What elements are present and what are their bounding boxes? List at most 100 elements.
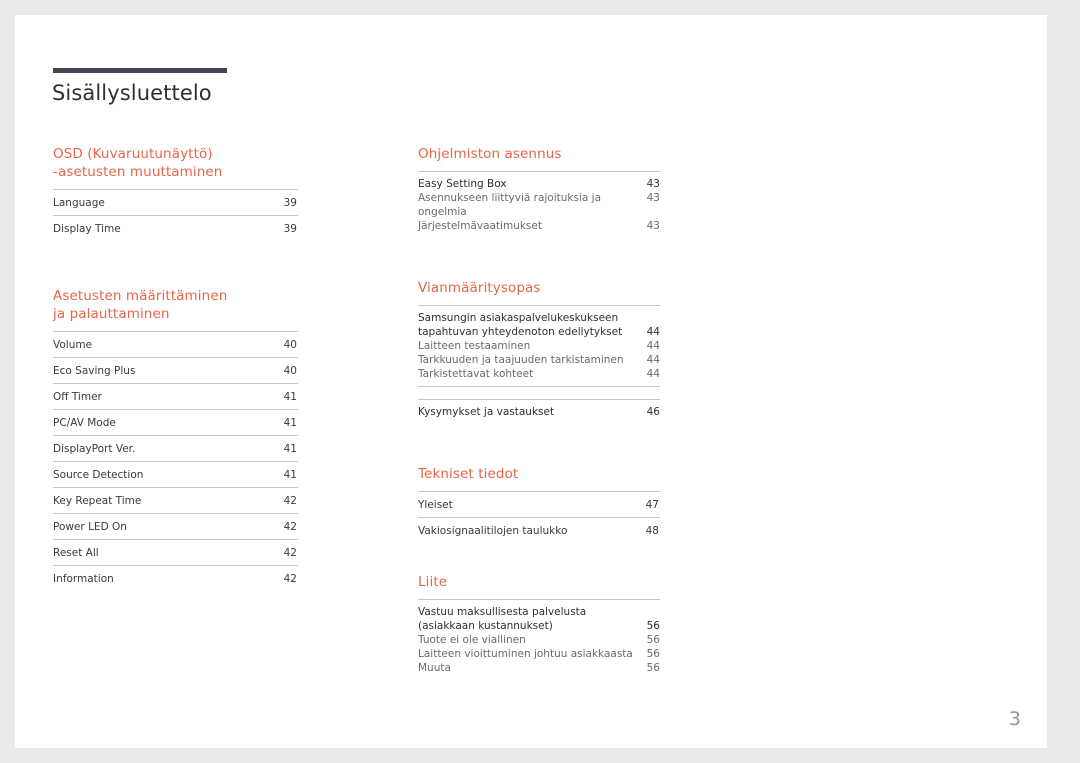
section-heading-line1: Ohjelmiston asennus <box>418 146 562 162</box>
toc-row-page: 44 <box>646 326 660 338</box>
toc-row[interactable]: Asennukseen liittyviä rajoituksia ja ong… <box>418 191 660 219</box>
toc-row-page: 43 <box>646 178 660 190</box>
section-heading-specifications: Tekniset tiedot <box>418 465 660 491</box>
section-heading-troubleshooting: Vianmääritysopas <box>418 279 660 305</box>
toc-row[interactable]: Easy Setting Box 43 <box>418 177 660 191</box>
toc-row-label: Kysymykset ja vastaukset <box>418 406 555 418</box>
toc-row[interactable]: Samsungin asiakaspalvelukeskukseen tapah… <box>418 311 660 339</box>
toc-row-label: Asennukseen liittyviä rajoituksia ja ong… <box>418 192 602 218</box>
toc-row-page: 41 <box>283 469 297 481</box>
toc-row[interactable]: Off Timer 41 <box>53 383 298 409</box>
document-page: Sisällysluettelo OSD (Kuvaruutunäyttö) -… <box>15 15 1047 748</box>
toc-row-label: Source Detection <box>53 469 144 481</box>
toc-row-label: Information <box>53 573 114 585</box>
toc-row-label: Laitteen vioittuminen johtuu asiakkaasta <box>418 648 633 660</box>
toc-row-page: 39 <box>283 223 297 235</box>
toc-row[interactable]: DisplayPort Ver. 41 <box>53 435 298 461</box>
section-heading-software-install: Ohjelmiston asennus <box>418 145 660 171</box>
toc-section-settings: Asetusten määrittäminen ja palauttaminen… <box>53 287 298 591</box>
toc-row-page: 48 <box>645 525 659 537</box>
toc-row-label: Laitteen testaaminen <box>418 340 531 352</box>
toc-row[interactable]: Language 39 <box>53 189 298 215</box>
page-title: Sisällysluettelo <box>52 81 212 105</box>
toc-row-page: 40 <box>283 339 297 351</box>
toc-section-troubleshooting: Vianmääritysopas Samsungin asiakaspalvel… <box>418 279 660 419</box>
toc-row-page: 39 <box>283 197 297 209</box>
toc-row-label: Display Time <box>53 223 121 235</box>
section-heading-line1: OSD (Kuvaruutunäyttö) <box>53 146 213 162</box>
toc-row[interactable]: Tuote ei ole viallinen 56 <box>418 633 660 647</box>
toc-row[interactable]: Eco Saving Plus 40 <box>53 357 298 383</box>
section-heading-line2: -asetusten muuttaminen <box>53 164 223 180</box>
toc-section-software-install: Ohjelmiston asennus Easy Setting Box 43 … <box>418 145 660 233</box>
toc-row[interactable]: Key Repeat Time 42 <box>53 487 298 513</box>
toc-rows-settings: Volume 40 Eco Saving Plus 40 Off Timer 4… <box>53 331 298 591</box>
toc-row-page: 44 <box>646 368 660 380</box>
toc-row-page: 40 <box>283 365 297 377</box>
toc-row-label: Yleiset <box>418 499 453 511</box>
section-heading-appendix: Liite <box>418 573 660 599</box>
toc-row-page: 41 <box>283 391 297 403</box>
toc-row-page: 56 <box>646 620 660 632</box>
toc-section-appendix: Liite Vastuu maksullisesta palvelusta (a… <box>418 573 660 675</box>
page-number: 3 <box>1008 708 1021 730</box>
toc-row-label: Tarkkuuden ja taajuuden tarkistaminen <box>418 354 624 366</box>
toc-row-page: 47 <box>645 499 659 511</box>
toc-row[interactable]: Source Detection 41 <box>53 461 298 487</box>
toc-row[interactable]: Laitteen testaaminen 44 <box>418 339 660 353</box>
toc-row-label: Easy Setting Box <box>418 178 507 190</box>
toc-column-left: OSD (Kuvaruutunäyttö) -asetusten muuttam… <box>53 145 298 591</box>
toc-row[interactable]: Volume 40 <box>53 331 298 357</box>
toc-row-label: Tuote ei ole viallinen <box>418 634 526 646</box>
toc-row[interactable]: Kysymykset ja vastaukset 46 <box>418 405 660 419</box>
toc-row[interactable]: Power LED On 42 <box>53 513 298 539</box>
toc-row-label-line2: (asiakkaan kustannukset) <box>418 620 553 632</box>
toc-row-label: Muuta <box>418 662 451 674</box>
section-heading-line1: Vianmääritysopas <box>418 280 541 296</box>
toc-row[interactable]: Muuta 56 <box>418 661 660 675</box>
toc-row-label: Language <box>53 197 105 209</box>
toc-row-label-line2: tapahtuvan yhteydenoton edellytykset <box>418 326 623 338</box>
toc-row-page: 56 <box>646 634 660 646</box>
toc-row[interactable]: Display Time 39 <box>53 215 298 241</box>
toc-rows-software-install: Easy Setting Box 43 Asennukseen liittyvi… <box>418 171 660 233</box>
toc-row-label-line1: Vastuu maksullisesta palvelusta <box>418 606 587 618</box>
toc-section-specifications: Tekniset tiedot Yleiset 47 Vakiosignaali… <box>418 465 660 543</box>
toc-row-label: Vastuu maksullisesta palvelusta (asiakka… <box>418 605 644 633</box>
toc-row[interactable]: Järjestelmävaatimukset 43 <box>418 219 660 233</box>
toc-row[interactable]: Tarkistettavat kohteet 44 <box>418 367 660 381</box>
toc-row[interactable]: Vakiosignaalitilojen taulukko 48 <box>418 517 660 543</box>
toc-row-label: Power LED On <box>53 521 127 533</box>
toc-rows-specifications: Yleiset 47 Vakiosignaalitilojen taulukko… <box>418 491 660 543</box>
toc-row-page: 42 <box>283 495 297 507</box>
toc-row-page: 41 <box>283 417 297 429</box>
toc-rows-appendix: Vastuu maksullisesta palvelusta (asiakka… <box>418 599 660 675</box>
toc-row-page: 44 <box>646 354 660 366</box>
toc-row[interactable]: Tarkkuuden ja taajuuden tarkistaminen 44 <box>418 353 660 367</box>
toc-row[interactable]: PC/AV Mode 41 <box>53 409 298 435</box>
toc-row[interactable]: Information 42 <box>53 565 298 591</box>
toc-rows-troubleshooting-faq: Kysymykset ja vastaukset 46 <box>418 399 660 419</box>
toc-row[interactable]: Laitteen vioittuminen johtuu asiakkaasta… <box>418 647 660 661</box>
toc-row-label-line1: Samsungin asiakaspalvelukeskukseen <box>418 312 619 324</box>
section-heading-line2: ja palauttaminen <box>53 306 170 322</box>
toc-row-label: Tarkistettavat kohteet <box>418 368 534 380</box>
toc-row[interactable]: Yleiset 47 <box>418 491 660 517</box>
toc-row-label: Reset All <box>53 547 99 559</box>
toc-row-label: Vakiosignaalitilojen taulukko <box>418 525 568 537</box>
toc-row[interactable]: Vastuu maksullisesta palvelusta (asiakka… <box>418 605 660 633</box>
toc-row-label: Volume <box>53 339 93 351</box>
title-rule <box>53 68 227 73</box>
toc-row-page: 46 <box>646 406 660 418</box>
toc-row-page: 44 <box>646 340 660 352</box>
toc-row-label: Off Timer <box>53 391 102 403</box>
toc-rows-osd: Language 39 Display Time 39 <box>53 189 298 241</box>
toc-row-page: 43 <box>646 220 660 232</box>
toc-row[interactable]: Reset All 42 <box>53 539 298 565</box>
section-heading-settings: Asetusten määrittäminen ja palauttaminen <box>53 287 298 331</box>
toc-row-label: Key Repeat Time <box>53 495 142 507</box>
toc-column-right: Ohjelmiston asennus Easy Setting Box 43 … <box>418 145 660 675</box>
toc-row-label: DisplayPort Ver. <box>53 443 136 455</box>
